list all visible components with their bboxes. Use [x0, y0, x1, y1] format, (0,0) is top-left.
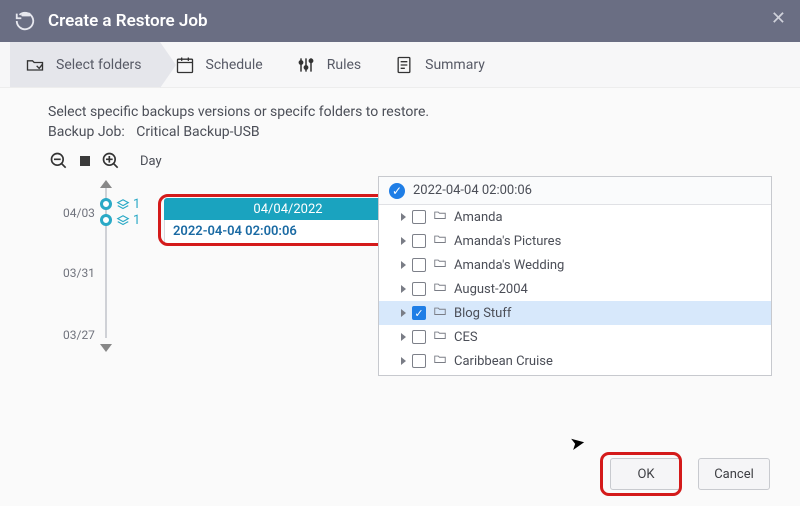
timeline-count-badge: 1 [116, 213, 140, 228]
backup-job-label: Backup Job: [48, 124, 125, 140]
calendar-icon [174, 54, 196, 76]
timeline-tick: 03/31 [63, 266, 95, 280]
folder-icon [432, 232, 448, 250]
timeline-point[interactable] [100, 198, 112, 210]
tree-header: ✓ 2022-04-04 02:00:06 [379, 177, 771, 205]
step-rules[interactable]: Rules [281, 42, 379, 87]
step-schedule[interactable]: Schedule [160, 42, 281, 87]
restore-icon [14, 10, 36, 32]
ok-button[interactable]: OK [610, 458, 682, 490]
folder-label: August-2004 [454, 282, 528, 297]
folder-label: Amanda's Wedding [454, 258, 564, 273]
restore-job-window: Create a Restore Job ✕ Select folders Sc… [0, 0, 800, 506]
zoom-out-button[interactable] [48, 150, 70, 172]
folder-icon [432, 352, 448, 370]
zoom-in-button[interactable] [100, 150, 122, 172]
tree-rows: Amanda Amanda's Pictures Amanda's Wedding A… [379, 205, 771, 373]
step-label: Select folders [56, 57, 142, 73]
folder-icon [432, 256, 448, 274]
step-select-folders[interactable]: Select folders [10, 42, 160, 87]
expand-icon[interactable] [401, 237, 406, 245]
folder-tree-panel: ✓ 2022-04-04 02:00:06 Amanda Amanda's Pic… [378, 176, 772, 376]
expand-icon[interactable] [401, 285, 406, 293]
folders-icon [24, 54, 46, 76]
step-label: Summary [425, 57, 485, 73]
close-icon[interactable]: ✕ [771, 8, 786, 29]
timeline-point[interactable] [100, 214, 112, 226]
tree-row[interactable]: Amanda's Pictures [379, 229, 771, 253]
expand-icon[interactable] [401, 309, 406, 317]
zoom-controls: Day [48, 150, 772, 172]
expand-icon[interactable] [401, 261, 406, 269]
step-label: Rules [327, 57, 361, 73]
timeline-scroll-down[interactable] [100, 344, 112, 352]
tree-row[interactable]: August-2004 [379, 277, 771, 301]
wizard-steps: Select folders Schedule Rules Summary [0, 42, 800, 88]
description-text: Select specific backups versions or spec… [48, 104, 772, 120]
checkbox[interactable] [412, 234, 426, 248]
folder-label: CES [454, 330, 478, 345]
timeline-axis [105, 188, 107, 338]
tree-row[interactable]: ✓ Blog Stuff [379, 301, 771, 325]
tree-row[interactable]: CES [379, 325, 771, 349]
expand-icon[interactable] [401, 357, 406, 365]
tree-row[interactable]: Amanda's Wedding [379, 253, 771, 277]
cursor-icon: ➤ [568, 432, 587, 455]
backup-job-name: Critical Backup-USB [136, 124, 259, 140]
tree-row[interactable]: Amanda [379, 205, 771, 229]
timeline-count-badge: 1 [116, 197, 140, 212]
checkbox[interactable] [412, 354, 426, 368]
folder-label: Blog Stuff [454, 306, 511, 321]
content-area: Select specific backups versions or spec… [0, 88, 800, 506]
titlebar: Create a Restore Job ✕ [0, 0, 800, 42]
timeline-tick: 04/03 [63, 206, 95, 220]
dialog-footer: OK Cancel [610, 458, 770, 490]
folder-label: Amanda [454, 210, 503, 225]
version-date-header: 04/04/2022 [164, 198, 412, 220]
document-icon [393, 54, 415, 76]
version-timestamp: 2022-04-04 02:00:06 [173, 224, 297, 239]
folder-icon [432, 304, 448, 322]
check-icon: ✓ [389, 183, 405, 199]
backup-job-row: Backup Job: Critical Backup-USB [48, 124, 772, 140]
folder-label: Caribbean Cruise [454, 354, 553, 369]
expand-icon[interactable] [401, 333, 406, 341]
folder-icon [432, 208, 448, 226]
timeline-tick: 03/27 [63, 328, 95, 342]
folder-icon [432, 280, 448, 298]
checkbox[interactable] [412, 258, 426, 272]
checkbox[interactable] [412, 282, 426, 296]
tree-header-label: 2022-04-04 02:00:06 [413, 183, 532, 198]
tree-row[interactable]: Caribbean Cruise [379, 349, 771, 373]
checkbox[interactable] [412, 330, 426, 344]
checkbox[interactable] [412, 210, 426, 224]
expand-icon[interactable] [401, 213, 406, 221]
window-title: Create a Restore Job [48, 11, 208, 31]
folder-icon [432, 328, 448, 346]
step-summary[interactable]: Summary [379, 42, 503, 87]
zoom-reset-button[interactable] [80, 156, 90, 166]
checkbox[interactable]: ✓ [412, 306, 426, 320]
step-label: Schedule [206, 57, 263, 73]
zoom-unit-label: Day [140, 154, 162, 169]
folder-label: Amanda's Pictures [454, 234, 561, 249]
sliders-icon [295, 54, 317, 76]
version-item[interactable]: 2022-04-04 02:00:06 ✓ [164, 220, 412, 244]
timeline: 04/03 1 1 03/31 03/27 04/04/2022 [48, 176, 348, 352]
timeline-scroll-up[interactable] [100, 180, 112, 188]
cancel-button[interactable]: Cancel [698, 458, 770, 490]
